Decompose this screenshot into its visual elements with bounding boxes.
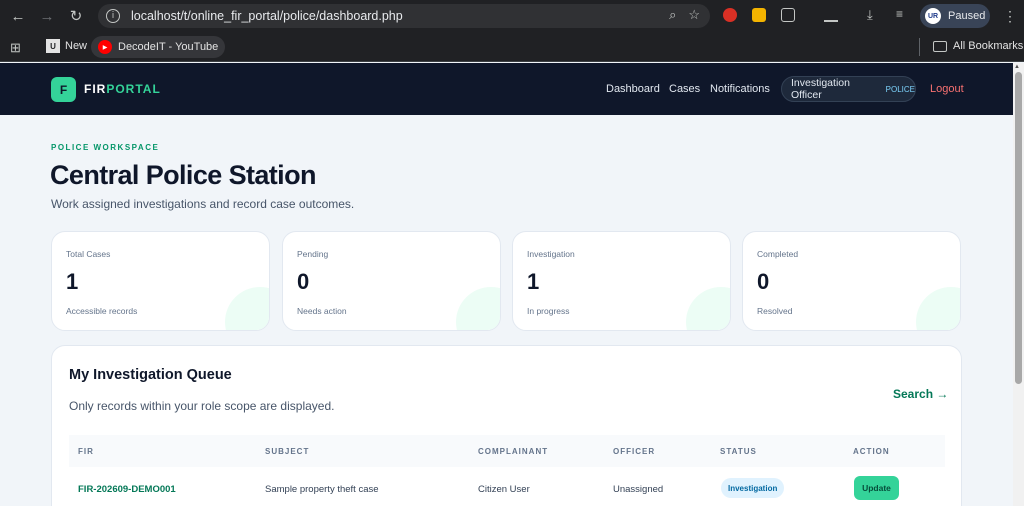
stat-note: Accessible records [66, 306, 138, 316]
address-bar[interactable]: i localhost/t/online_fir_portal/police/d… [98, 4, 710, 28]
column-header: ACTION [853, 447, 890, 456]
page-subtitle: Work assigned investigations and record … [51, 197, 355, 211]
extensions-puzzle-icon[interactable] [781, 8, 795, 22]
stat-card-completed: Completed 0 Resolved [742, 231, 961, 331]
queue-subtitle: Only records within your role scope are … [69, 399, 335, 413]
investigation-queue-card: My Investigation Queue Only records with… [51, 345, 962, 506]
scrollbar-thumb[interactable] [1015, 72, 1022, 384]
url-text[interactable]: localhost/t/online_fir_portal/police/das… [131, 9, 403, 23]
stat-note: In progress [527, 306, 570, 316]
column-header: FIR [78, 447, 94, 456]
bookmark-favicon-icon: U [46, 39, 60, 53]
logo-icon[interactable]: F [51, 77, 76, 102]
stat-label: Total Cases [66, 249, 111, 259]
all-bookmarks[interactable]: All Bookmarks [933, 40, 1023, 52]
stat-value: 0 [757, 269, 770, 294]
card-decoration [225, 287, 269, 330]
all-bookmarks-label: All Bookmarks [953, 40, 1024, 52]
case-officer: Unassigned [613, 484, 664, 495]
role-tag: POLICE [885, 84, 915, 94]
media-control-icon[interactable]: ≡ [896, 7, 910, 21]
case-complainant: Citizen User [478, 484, 530, 495]
bookmark-youtube[interactable]: ▶ DecodeIT - YouTube [91, 36, 226, 58]
column-header: OFFICER [613, 447, 656, 456]
column-header: COMPLAINANT [478, 447, 549, 456]
extension-red-icon[interactable] [723, 8, 737, 22]
update-button[interactable]: Update [854, 476, 899, 500]
card-decoration [456, 287, 500, 330]
logo-part-2: PORTAL [106, 82, 161, 96]
back-icon[interactable]: ← [4, 2, 32, 30]
logo-text[interactable]: FIRPORTAL [84, 82, 161, 96]
extension-yellow-icon[interactable] [752, 8, 766, 22]
site-info-icon[interactable]: i [106, 9, 120, 23]
folder-icon [933, 40, 947, 52]
stat-value: 1 [66, 269, 79, 294]
zoom-icon[interactable]: ⌕ [669, 7, 676, 23]
bookmark-label: DecodeIT - YouTube [118, 41, 219, 53]
bookmarks-bar: ⊞ U New ▶ DecodeIT - YouTube All Bookmar… [0, 32, 1024, 62]
profile-status: Paused [948, 10, 986, 22]
browser-menu-icon[interactable]: ⋮ [1003, 8, 1017, 25]
stat-label: Investigation [527, 249, 575, 259]
logout-link[interactable]: Logout [930, 83, 964, 95]
bookmark-label: New [65, 40, 88, 52]
download-icon[interactable]: ⤓ [867, 7, 881, 22]
app-header: F FIRPORTAL Dashboard Cases Notification… [0, 63, 1013, 115]
scroll-up-icon[interactable]: ▲ [1014, 64, 1020, 70]
column-header: SUBJECT [265, 447, 310, 456]
bookmark-star-icon[interactable]: ☆ [688, 7, 700, 23]
case-subject: Sample property theft case [265, 484, 379, 495]
stat-card-investigation: Investigation 1 In progress [512, 231, 731, 331]
stat-card-pending: Pending 0 Needs action [282, 231, 501, 331]
logo-part-1: FIR [84, 82, 107, 96]
status-badge: Investigation [721, 478, 785, 498]
stat-label: Completed [757, 249, 799, 259]
stat-card-total: Total Cases 1 Accessible records [51, 231, 270, 331]
avatar: UR [925, 8, 941, 24]
stat-note: Needs action [297, 306, 347, 316]
table-row: FIR-202609-DEMO001 Sample property theft… [69, 467, 945, 506]
browser-toolbar: ← → ↻ i localhost/t/online_fir_portal/po… [0, 0, 1024, 32]
table-header: FIR SUBJECT COMPLAINANT OFFICER STATUS A… [69, 435, 945, 467]
forward-icon[interactable]: → [33, 2, 61, 30]
performance-icon[interactable] [824, 8, 838, 22]
role-name: Investigation Officer [791, 77, 850, 101]
nav-dashboard[interactable]: Dashboard [606, 83, 660, 95]
role-badge: Investigation Officer POLICE [781, 76, 916, 102]
bookmark-divider [919, 38, 920, 56]
fir-number-link[interactable]: FIR-202609-DEMO001 [78, 484, 176, 495]
stat-label: Pending [297, 249, 329, 259]
queue-title: My Investigation Queue [69, 367, 232, 383]
page-title: Central Police Station [50, 160, 316, 190]
nav-cases[interactable]: Cases [669, 83, 700, 95]
column-header: STATUS [720, 447, 757, 456]
bookmark-new[interactable]: U New [46, 39, 87, 53]
search-link[interactable]: Search → [893, 387, 948, 401]
card-decoration [686, 287, 730, 330]
profile-button[interactable]: UR Paused [920, 4, 990, 28]
apps-grid-icon[interactable]: ⊞ [10, 40, 21, 56]
stat-value: 1 [527, 269, 540, 294]
workspace-eyebrow: POLICE WORKSPACE [51, 143, 160, 152]
stat-value: 0 [297, 269, 310, 294]
card-decoration [916, 287, 960, 330]
nav-notifications[interactable]: Notifications [710, 83, 770, 95]
stat-note: Resolved [757, 306, 793, 316]
youtube-icon: ▶ [98, 40, 112, 54]
reload-icon[interactable]: ↻ [62, 2, 90, 30]
